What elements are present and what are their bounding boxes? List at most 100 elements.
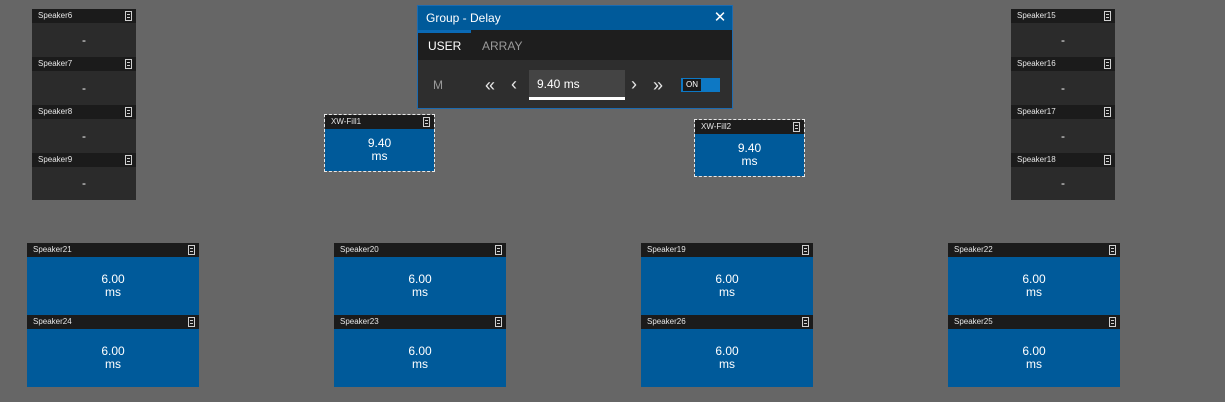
tile-name: Speaker24 [33, 317, 72, 326]
tile-menu-icon[interactable] [1109, 317, 1116, 327]
tile-value: 6.00 ms [27, 329, 199, 387]
tile-menu-icon[interactable] [802, 245, 809, 255]
mode-label: M [433, 78, 443, 92]
tile-menu-icon[interactable] [495, 317, 502, 327]
tile-value: - [82, 80, 86, 95]
tile-name: Speaker26 [647, 317, 686, 326]
speaker-tile[interactable]: Speaker17 - [1011, 105, 1115, 153]
on-toggle[interactable]: ON [681, 78, 720, 92]
tile-value: 9.40 ms [695, 134, 804, 176]
tile-header: Speaker16 [1011, 57, 1115, 71]
tile-header: Speaker21 [27, 243, 199, 257]
dialog-title-bar[interactable]: Group - Delay ✕ [418, 6, 732, 30]
tile-menu-icon[interactable] [1104, 155, 1111, 165]
tile-menu-icon[interactable] [125, 11, 132, 21]
value-unit: ms [718, 285, 735, 299]
tile-menu-icon[interactable] [125, 155, 132, 165]
tile-value: 6.00 ms [334, 257, 506, 315]
speaker-tile[interactable]: Speaker9 - [32, 153, 136, 200]
tile-header: Speaker23 [334, 315, 506, 329]
tile-value: 6.00 ms [641, 257, 813, 315]
tile-header: Speaker15 [1011, 9, 1115, 23]
tile-name: Speaker18 [1017, 155, 1056, 164]
tile-header: Speaker18 [1011, 153, 1115, 167]
speaker-tile[interactable]: Speaker16 - [1011, 57, 1115, 105]
value-unit: ms [741, 154, 758, 168]
tile-value: 6.00 ms [27, 257, 199, 315]
value-number: 6.00 [101, 272, 125, 286]
tab-array[interactable]: ARRAY [472, 30, 532, 60]
tile-menu-icon[interactable] [495, 245, 502, 255]
value-number: 9.40 [367, 136, 392, 150]
tile-name: Speaker21 [33, 245, 72, 254]
speaker-tile[interactable]: Speaker8 - [32, 105, 136, 153]
speaker-tile[interactable]: Speaker24 6.00 ms [27, 315, 199, 387]
speaker-tile[interactable]: Speaker26 6.00 ms [641, 315, 813, 387]
tile-value: 6.00 ms [334, 329, 506, 387]
tile-menu-icon[interactable] [423, 117, 430, 127]
tile-menu-icon[interactable] [802, 317, 809, 327]
tile-value: - [1061, 80, 1065, 95]
value-unit: ms [1025, 357, 1042, 371]
tile-menu-icon[interactable] [125, 59, 132, 69]
value-unit: ms [104, 285, 121, 299]
value-number: 6.00 [408, 344, 432, 358]
tile-header: Speaker8 [32, 105, 136, 119]
delay-value-field[interactable]: 9.40 ms [529, 70, 625, 100]
tile-header: Speaker24 [27, 315, 199, 329]
value-unit: ms [411, 285, 428, 299]
double-chevron-right-icon[interactable]: » [653, 76, 663, 94]
tile-name: Speaker17 [1017, 107, 1056, 116]
toggle-label: ON [683, 79, 701, 91]
tile-menu-icon[interactable] [125, 107, 132, 117]
fill-tile[interactable]: XW-Fill2 9.40 ms [694, 119, 805, 177]
tile-menu-icon[interactable] [188, 317, 195, 327]
close-icon[interactable]: ✕ [712, 10, 728, 26]
tile-header: Speaker26 [641, 315, 813, 329]
speaker-tile[interactable]: Speaker19 6.00 ms [641, 243, 813, 315]
tile-name: Speaker23 [340, 317, 379, 326]
speaker-tile[interactable]: Speaker18 - [1011, 153, 1115, 200]
tile-menu-icon[interactable] [1104, 59, 1111, 69]
chevron-right-icon[interactable]: › [631, 75, 637, 93]
tile-value: - [1061, 176, 1065, 190]
tile-header: Speaker7 [32, 57, 136, 71]
speaker-tile[interactable]: Speaker6 - [32, 9, 136, 57]
speaker-tile[interactable]: Speaker22 6.00 ms [948, 243, 1120, 315]
value-number: 9.40 [737, 141, 762, 155]
tile-menu-icon[interactable] [1104, 11, 1111, 21]
tile-name: Speaker16 [1017, 59, 1056, 68]
speaker-tile[interactable]: Speaker7 - [32, 57, 136, 105]
tile-name: Speaker8 [38, 107, 73, 116]
speaker-tile[interactable]: Speaker15 - [1011, 9, 1115, 57]
tile-value: 6.00 ms [948, 329, 1120, 387]
double-chevron-left-icon[interactable]: « [485, 76, 495, 94]
value-number: 6.00 [715, 344, 739, 358]
dialog-tabs: USER ARRAY [418, 30, 732, 60]
tile-name: Speaker15 [1017, 11, 1056, 20]
value-number: 6.00 [1022, 344, 1046, 358]
tile-value: - [1061, 32, 1065, 47]
tile-value: - [82, 176, 86, 190]
group-delay-dialog: Group - Delay ✕ USER ARRAY M « ‹ 9.40 ms… [417, 5, 733, 109]
tile-name: Speaker9 [38, 155, 73, 164]
tile-header: Speaker25 [948, 315, 1120, 329]
tile-name: Speaker7 [38, 59, 73, 68]
chevron-left-icon[interactable]: ‹ [511, 75, 517, 93]
tile-value: 9.40 ms [325, 129, 434, 171]
tile-name: Speaker6 [38, 11, 73, 20]
speaker-tile[interactable]: Speaker21 6.00 ms [27, 243, 199, 315]
tile-header: Speaker9 [32, 153, 136, 167]
tile-header: Speaker20 [334, 243, 506, 257]
tile-menu-icon[interactable] [188, 245, 195, 255]
speaker-tile[interactable]: Speaker20 6.00 ms [334, 243, 506, 315]
speaker-tile[interactable]: Speaker23 6.00 ms [334, 315, 506, 387]
tile-menu-icon[interactable] [1104, 107, 1111, 117]
tab-user[interactable]: USER [418, 30, 472, 60]
tile-menu-icon[interactable] [1109, 245, 1116, 255]
tile-menu-icon[interactable] [793, 122, 800, 132]
speaker-tile[interactable]: Speaker25 6.00 ms [948, 315, 1120, 387]
tile-header: Speaker19 [641, 243, 813, 257]
value-number: 6.00 [1022, 272, 1046, 286]
fill-tile[interactable]: XW-Fill1 9.40 ms [324, 114, 435, 172]
